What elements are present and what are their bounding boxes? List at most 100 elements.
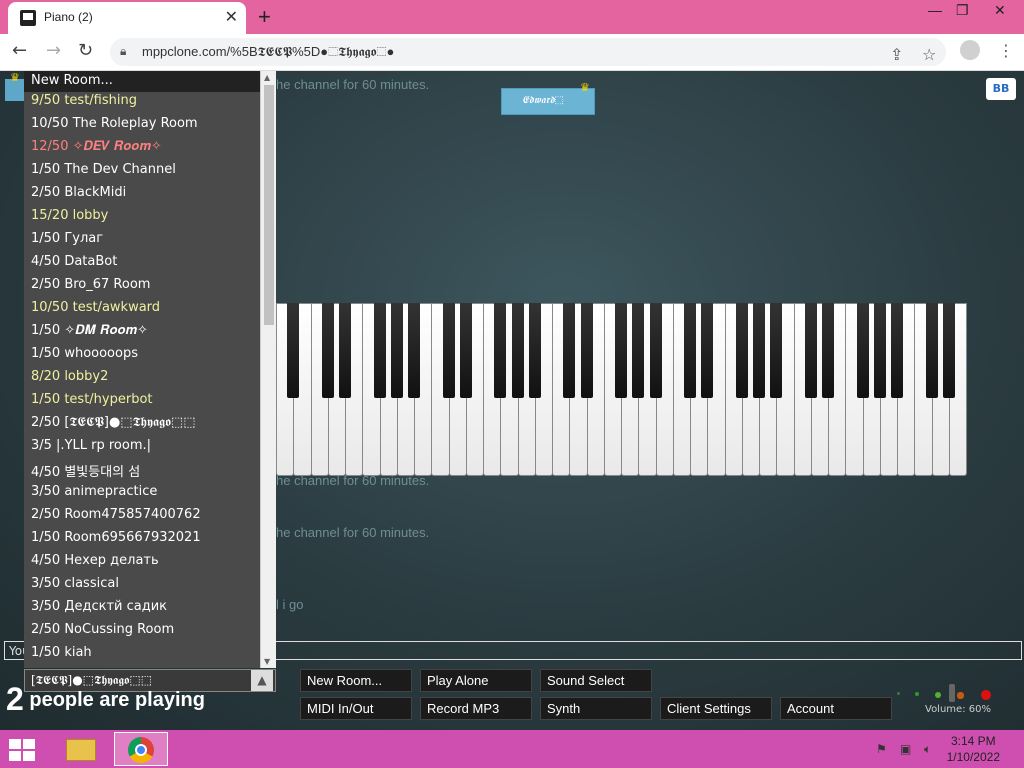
black-key[interactable] (511, 303, 524, 398)
new-room-option[interactable]: New Room... (31, 73, 113, 88)
black-key[interactable] (494, 303, 507, 398)
synth-button[interactable]: Synth (540, 697, 652, 720)
share-icon[interactable]: ⇪ (890, 45, 903, 64)
profile-avatar-icon[interactable] (960, 40, 980, 60)
black-key[interactable] (891, 303, 903, 398)
black-key[interactable] (753, 303, 765, 398)
scroll-up-icon[interactable]: ▲ (264, 73, 270, 82)
file-explorer-icon[interactable] (56, 732, 110, 766)
record-mp3-button[interactable]: Record MP3 (420, 697, 532, 720)
black-key[interactable] (873, 303, 886, 398)
volume-control[interactable]: Volume: 60% (895, 684, 1005, 726)
black-key[interactable] (735, 303, 748, 398)
black-key[interactable] (804, 303, 817, 398)
chat-message: l i go (276, 597, 304, 612)
back-icon[interactable]: ← (12, 40, 27, 61)
black-key[interactable] (459, 303, 472, 398)
room-list-item[interactable]: 2/50 Room475857400762 (31, 507, 201, 522)
url-text: mppclone.com/%5B𝕿𝕰𝕮𝕻%5D●⬚𝕿𝖍𝖞𝖆𝖌𝖔⬚● (142, 44, 395, 59)
black-key[interactable] (390, 303, 403, 398)
room-list-item[interactable]: 1/50 Гулаг (31, 231, 103, 246)
black-key[interactable] (701, 303, 714, 398)
new-tab-button[interactable]: + (258, 4, 271, 30)
black-key[interactable] (925, 303, 938, 398)
black-key[interactable] (632, 303, 645, 398)
new-room-button[interactable]: New Room... (300, 669, 412, 692)
room-list-item[interactable]: 10/50 test/awkward (31, 300, 160, 315)
black-key[interactable] (339, 303, 351, 398)
room-list-item[interactable]: 2/50 NoCussing Room (31, 622, 174, 637)
room-list-item[interactable]: 1/50 whooooops (31, 346, 138, 361)
play-alone-button[interactable]: Play Alone (420, 669, 532, 692)
reload-icon[interactable]: ↻ (78, 40, 93, 61)
bb-button[interactable]: BB (986, 78, 1016, 100)
room-list-item[interactable]: 4/50 Нехер делать (31, 553, 159, 568)
black-key[interactable] (942, 303, 955, 398)
black-key[interactable] (856, 303, 869, 398)
room-list-item[interactable]: 3/50 Дедсктй садик (31, 599, 167, 614)
speaker-muted-icon[interactable]: 🔈︎ (924, 742, 931, 757)
clock[interactable]: 3:14 PM 1/10/2022 (947, 733, 1000, 765)
bookmark-star-icon[interactable]: ☆ (922, 45, 936, 64)
piano-keyboard[interactable] (276, 303, 967, 476)
room-list-item[interactable]: 3/50 animepractice (31, 484, 157, 499)
menu-dots-icon[interactable]: ⋮ (998, 41, 1014, 60)
client-settings-button[interactable]: Client Settings (660, 697, 772, 720)
black-key[interactable] (528, 303, 541, 398)
room-list-dropdown[interactable]: New Room... 9/50 test/fishing 10/50 The R… (24, 71, 276, 668)
chevron-up-icon[interactable]: ▲ (251, 670, 273, 691)
black-key[interactable] (287, 303, 300, 398)
room-list-item[interactable]: 1/50 The Dev Channel (31, 162, 176, 177)
room-list-item[interactable]: 4/50 별빛등대의 섬 (31, 461, 140, 480)
chrome-icon[interactable] (114, 732, 168, 766)
scroll-down-icon[interactable]: ▼ (264, 657, 270, 666)
windows-start-icon[interactable] (8, 738, 36, 762)
black-key[interactable] (563, 303, 576, 398)
room-list-item[interactable]: 1/50 Room695667932021 (31, 530, 201, 545)
room-list-item[interactable]: 3/50 classical (31, 576, 119, 591)
player-count-text: people are playing (23, 689, 205, 711)
black-key[interactable] (770, 303, 783, 398)
browser-tab[interactable]: Piano (2) ✕ (8, 2, 246, 34)
tab-close-icon[interactable]: ✕ (225, 7, 238, 26)
room-list-item[interactable]: 1/50 test/hyperbot (31, 392, 153, 407)
forward-icon[interactable]: → (46, 40, 61, 61)
black-key[interactable] (408, 303, 420, 398)
black-key[interactable] (615, 303, 627, 398)
room-list-item[interactable]: 8/20 lobby2 (31, 369, 108, 384)
room-list-item[interactable]: 1/50 ✧𝑫𝑴 𝑹𝒐𝒐𝒎✧ (31, 323, 148, 338)
lock-icon: 🔒︎ (120, 44, 127, 58)
black-key[interactable] (321, 303, 334, 398)
window-close-button[interactable]: ✕ (994, 2, 1006, 19)
black-key[interactable] (373, 303, 386, 398)
room-list-item[interactable]: 2/50 Bro_67 Room (31, 277, 150, 292)
room-list-item[interactable]: 4/50 DataBot (31, 254, 117, 269)
maximize-button[interactable]: ❐ (956, 2, 969, 19)
black-key[interactable] (442, 303, 455, 398)
black-key[interactable] (822, 303, 834, 398)
room-list-item[interactable]: 12/50 ✧𝑫𝑬𝑽 𝑹𝒐𝒐𝒎✧ (31, 139, 162, 154)
network-icon[interactable]: ▣ (900, 742, 911, 756)
room-list-item[interactable]: 1/50 kiah (31, 645, 92, 660)
scrollbar[interactable]: ▲ ▼ (260, 71, 276, 668)
room-list-header[interactable]: New Room... (24, 71, 260, 92)
midi-button[interactable]: MIDI In/Out (300, 697, 412, 720)
minimize-button[interactable]: — (928, 2, 942, 18)
volume-label: Volume: 60% (925, 704, 991, 715)
account-button[interactable]: Account (780, 697, 892, 720)
volume-knob[interactable] (949, 684, 955, 702)
room-list-item[interactable]: 3/5 |.YLL rp room.| (31, 438, 151, 453)
room-list-item[interactable]: 15/20 lobby (31, 208, 108, 223)
black-key[interactable] (649, 303, 662, 398)
scroll-thumb[interactable] (264, 85, 274, 325)
flag-icon[interactable]: ⚑ (876, 742, 887, 756)
sound-select-button[interactable]: Sound Select (540, 669, 652, 692)
room-list-item[interactable]: 9/50 test/fishing (31, 93, 137, 108)
url-field[interactable]: 🔒︎ mppclone.com/%5B𝕿𝕰𝕮𝕻%5D●⬚𝕿𝖍𝖞𝖆𝖌𝖔⬚● ⇪ ☆ (110, 38, 946, 66)
room-list-item[interactable]: 10/50 The Roleplay Room (31, 116, 198, 131)
black-key[interactable] (580, 303, 593, 398)
room-list-item[interactable]: 2/50 [𝕿𝕰𝕮𝕻]●⬚𝕿𝖍𝖞𝖆𝖌𝖔⬚⬚ (31, 415, 195, 430)
room-list-item[interactable]: 2/50 BlackMidi (31, 185, 126, 200)
chat-message: he channel for 60 minutes. (276, 525, 430, 540)
black-key[interactable] (684, 303, 696, 398)
